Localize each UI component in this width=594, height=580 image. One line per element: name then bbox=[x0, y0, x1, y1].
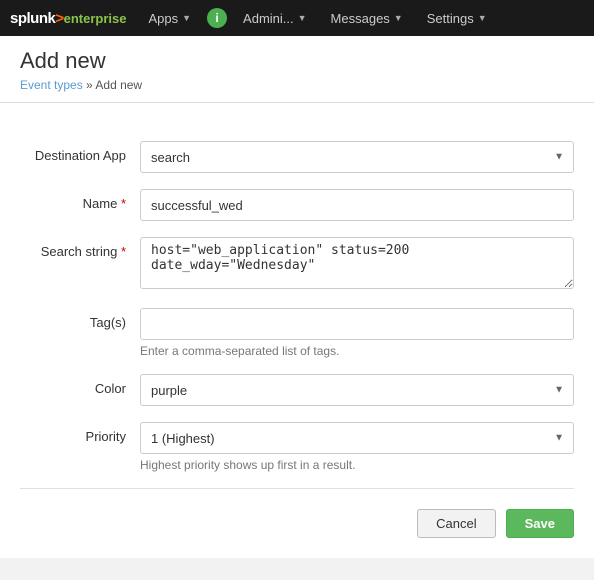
color-select[interactable]: none red orange yellow green blue purple bbox=[140, 374, 574, 406]
tags-hint: Enter a comma-separated list of tags. bbox=[140, 344, 574, 358]
logo-splunk-text: splunk> bbox=[10, 10, 64, 27]
priority-select[interactable]: 1 (Highest) 2 3 4 5 (Lowest) bbox=[140, 422, 574, 454]
name-row: Name * bbox=[20, 189, 574, 221]
priority-select-wrap: 1 (Highest) 2 3 4 5 (Lowest) ▼ bbox=[140, 422, 574, 454]
chevron-down-icon: ▼ bbox=[394, 13, 403, 23]
breadcrumb: Event types » Add new bbox=[20, 78, 574, 92]
nav-apps-label: Apps bbox=[148, 11, 178, 26]
nav-settings-label: Settings bbox=[427, 11, 474, 26]
cancel-button[interactable]: Cancel bbox=[417, 509, 495, 538]
logo-enterprise-text: enterprise bbox=[64, 11, 127, 26]
tags-label: Tag(s) bbox=[20, 308, 140, 330]
name-control bbox=[140, 189, 574, 221]
form-content: Destination App search ▼ Name * bbox=[0, 103, 594, 558]
destination-app-row: Destination App search ▼ bbox=[20, 141, 574, 173]
tags-row: Tag(s) Enter a comma-separated list of t… bbox=[20, 308, 574, 358]
search-string-row: Search string * host="web_application" s… bbox=[20, 237, 574, 292]
nav-messages[interactable]: Messages ▼ bbox=[319, 0, 415, 36]
search-string-required: * bbox=[121, 244, 126, 259]
search-string-label: Search string * bbox=[20, 237, 140, 259]
destination-app-control: search ▼ bbox=[140, 141, 574, 173]
chevron-down-icon: ▼ bbox=[182, 13, 191, 23]
chevron-down-icon: ▼ bbox=[478, 13, 487, 23]
color-label: Color bbox=[20, 374, 140, 396]
form-divider bbox=[20, 488, 574, 489]
add-new-form: Destination App search ▼ Name * bbox=[20, 131, 574, 538]
nav-info-icon[interactable]: i bbox=[207, 8, 227, 28]
page-title: Add new bbox=[20, 48, 574, 74]
name-label: Name * bbox=[20, 189, 140, 211]
page-header: Add new Event types » Add new bbox=[0, 36, 594, 103]
color-control: none red orange yellow green blue purple… bbox=[140, 374, 574, 406]
nav-messages-label: Messages bbox=[331, 11, 390, 26]
name-required: * bbox=[121, 196, 126, 211]
priority-hint: Highest priority shows up first in a res… bbox=[140, 458, 574, 472]
breadcrumb-link[interactable]: Event types bbox=[20, 78, 83, 92]
nav-apps[interactable]: Apps ▼ bbox=[136, 0, 203, 36]
color-select-wrap: none red orange yellow green blue purple… bbox=[140, 374, 574, 406]
nav-admin[interactable]: Admini... ▼ bbox=[231, 0, 319, 36]
search-string-control: host="web_application" status=200 date_w… bbox=[140, 237, 574, 292]
destination-app-select[interactable]: search bbox=[140, 141, 574, 173]
destination-app-select-wrap: search ▼ bbox=[140, 141, 574, 173]
breadcrumb-separator: » Add new bbox=[86, 78, 142, 92]
tags-input[interactable] bbox=[140, 308, 574, 340]
priority-row: Priority 1 (Highest) 2 3 4 5 (Lowest) ▼ … bbox=[20, 422, 574, 472]
top-nav: splunk> enterprise Apps ▼ i Admini... ▼ … bbox=[0, 0, 594, 36]
logo: splunk> enterprise bbox=[10, 10, 126, 27]
nav-admin-label: Admini... bbox=[243, 11, 294, 26]
chevron-down-icon: ▼ bbox=[298, 13, 307, 23]
search-string-input[interactable]: host="web_application" status=200 date_w… bbox=[140, 237, 574, 289]
form-buttons: Cancel Save bbox=[20, 505, 574, 538]
color-row: Color none red orange yellow green blue … bbox=[20, 374, 574, 406]
name-input[interactable] bbox=[140, 189, 574, 221]
priority-control: 1 (Highest) 2 3 4 5 (Lowest) ▼ Highest p… bbox=[140, 422, 574, 472]
tags-control: Enter a comma-separated list of tags. bbox=[140, 308, 574, 358]
destination-app-label: Destination App bbox=[20, 141, 140, 163]
nav-settings[interactable]: Settings ▼ bbox=[415, 0, 499, 36]
priority-label: Priority bbox=[20, 422, 140, 444]
save-button[interactable]: Save bbox=[506, 509, 574, 538]
